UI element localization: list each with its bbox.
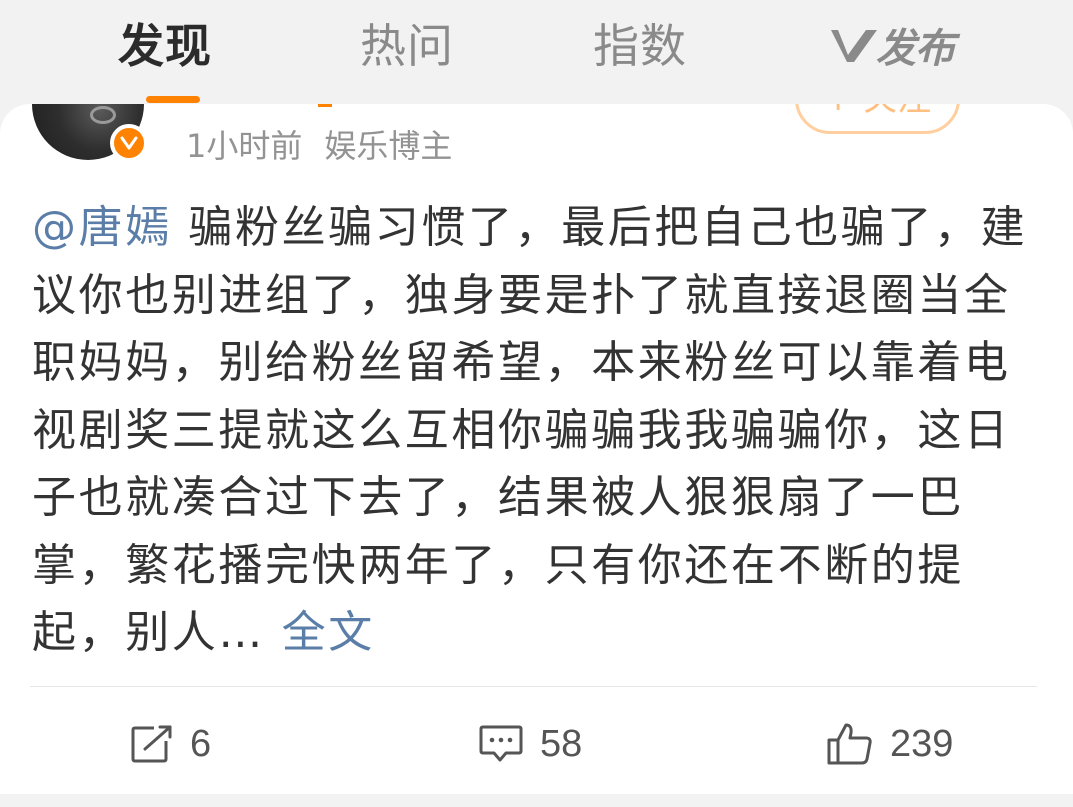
full-text-link[interactable]: 全文 — [282, 607, 375, 658]
follow-button[interactable]: + 关注 — [795, 104, 960, 134]
comment-button[interactable]: 58 — [478, 714, 582, 774]
publish-label: 发布 — [876, 26, 955, 72]
like-count: 239 — [890, 722, 954, 765]
divider — [30, 686, 1037, 687]
repost-icon — [131, 725, 172, 763]
mention-link[interactable]: @唐嫣 — [32, 202, 172, 253]
post-content: 骗粉丝骗习惯了，最后把自己也骗了，建议你也别进组了，独身要是扑了就直接退圈当全职… — [32, 202, 1028, 658]
thumbs-up-icon — [827, 723, 872, 765]
repost-button[interactable]: 6 — [130, 714, 211, 774]
comment-icon — [479, 725, 523, 762]
post-text: @唐嫣 骗粉丝骗习惯了，最后把自己也骗了，建议你也别进组了，独身要是扑了就直接退… — [32, 194, 1032, 667]
like-button[interactable]: 239 — [826, 714, 953, 774]
author-name-fragment — [318, 104, 332, 107]
feed-separator — [0, 794, 1073, 807]
verified-badge-icon — [110, 124, 148, 162]
avatar-detail — [90, 106, 116, 124]
tab-index[interactable]: 指数 — [593, 14, 687, 78]
post-meta: 1小时前 娱乐博主 — [186, 122, 452, 170]
top-navigation: 发现 热问 指数 发布 — [0, 0, 1073, 120]
repost-count: 6 — [190, 722, 212, 765]
publish-button[interactable]: 发布 — [828, 20, 955, 72]
action-bar: 6 58 239 — [0, 714, 1073, 774]
weibo-v-icon — [831, 30, 877, 62]
comment-count: 58 — [540, 722, 583, 765]
active-tab-indicator — [146, 96, 200, 103]
author-role: 娱乐博主 — [324, 127, 453, 165]
post-card: + 关注 1小时前娱乐博主 @唐嫣 骗粉丝骗习惯了，最后把自己也骗了，建议你也别… — [0, 104, 1073, 807]
post-time: 1小时前 — [186, 127, 303, 165]
tab-hot-questions[interactable]: 热问 — [360, 14, 454, 78]
tab-discover[interactable]: 发现 — [118, 14, 212, 78]
